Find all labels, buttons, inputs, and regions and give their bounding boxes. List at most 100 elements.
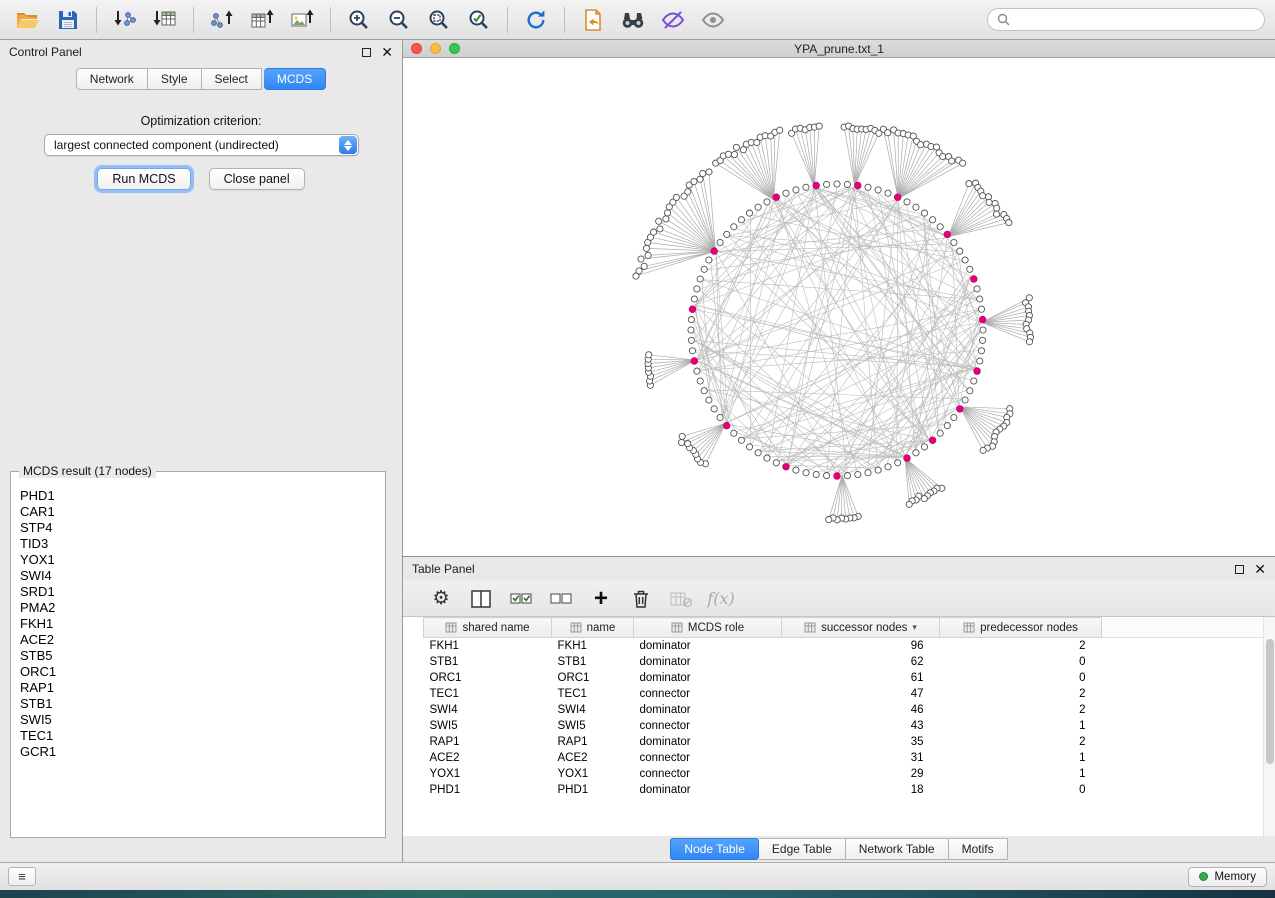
network-graph[interactable] (403, 58, 1274, 556)
table-row[interactable]: ACE2ACE2connector311 (424, 750, 1264, 766)
mcds-result-item[interactable]: GCR1 (20, 744, 376, 760)
maximize-window-button[interactable] (449, 43, 460, 54)
tab-network[interactable]: Network (76, 68, 148, 90)
mcds-result-item[interactable]: ORC1 (20, 664, 376, 680)
hide-details-button[interactable] (655, 4, 691, 36)
zoom-fit-button[interactable] (421, 4, 457, 36)
import-network-button[interactable] (107, 4, 143, 36)
delete-column-button[interactable] (629, 587, 653, 611)
select-all-columns-button[interactable] (509, 587, 533, 611)
cell-mcds-role: connector (634, 718, 782, 734)
clone-network-button[interactable] (575, 4, 611, 36)
cell-mcds-role: dominator (634, 638, 782, 654)
mcds-result-item[interactable]: ACE2 (20, 632, 376, 648)
column-header-mcds-role[interactable]: MCDS role (634, 618, 782, 638)
mcds-result-item[interactable]: SWI5 (20, 712, 376, 728)
table-row[interactable]: FKH1FKH1dominator962 (424, 638, 1264, 654)
mcds-result-item[interactable]: SRD1 (20, 584, 376, 600)
export-table-button[interactable] (244, 4, 280, 36)
zoom-in-button[interactable] (341, 4, 377, 36)
show-details-button[interactable] (695, 4, 731, 36)
mcds-result-item[interactable]: CAR1 (20, 504, 376, 520)
tab-select[interactable]: Select (202, 68, 262, 90)
show-columns-button[interactable] (469, 587, 493, 611)
find-button[interactable] (615, 4, 651, 36)
close-window-button[interactable] (411, 43, 422, 54)
node-table[interactable]: shared name name MCDS role successor nod… (423, 617, 1263, 798)
column-header-successor-nodes[interactable]: successor nodes▾ (782, 618, 940, 638)
table-scrollbar[interactable] (1263, 617, 1275, 836)
network-titlebar[interactable]: YPA_prune.txt_1 (403, 40, 1275, 58)
apply-layout-button[interactable] (518, 4, 554, 36)
create-column-button[interactable]: + (589, 587, 613, 611)
mcds-result-item[interactable]: RAP1 (20, 680, 376, 696)
table-row[interactable]: YOX1YOX1connector291 (424, 766, 1264, 782)
column-header-name[interactable]: name (552, 618, 634, 638)
search-input[interactable] (1016, 13, 1255, 27)
status-bar: ≡ Memory (0, 862, 1275, 890)
mcds-result-item[interactable]: FKH1 (20, 616, 376, 632)
cell-name: FKH1 (552, 638, 634, 654)
desktop-wallpaper-strip (0, 890, 1275, 898)
table-row[interactable]: TEC1TEC1connector472 (424, 686, 1264, 702)
column-attribute-icon (445, 622, 457, 633)
export-image-button[interactable] (284, 4, 320, 36)
table-row[interactable]: ORC1ORC1dominator610 (424, 670, 1264, 686)
function-builder-button[interactable]: f(x) (709, 587, 733, 611)
search-box[interactable] (987, 8, 1265, 31)
tab-node-table[interactable]: Node Table (670, 838, 759, 860)
right-column: YPA_prune.txt_1 Table Panel ✕ ⚙ (403, 40, 1275, 862)
save-session-button[interactable] (50, 4, 86, 36)
delete-table-button[interactable] (669, 587, 693, 611)
eye-slash-icon (661, 9, 685, 31)
tab-mcds[interactable]: MCDS (264, 68, 326, 90)
deselect-all-columns-button[interactable] (549, 587, 573, 611)
tab-style[interactable]: Style (148, 68, 202, 90)
zoom-out-button[interactable] (381, 4, 417, 36)
mcds-result-item[interactable]: TID3 (20, 536, 376, 552)
table-scrollbar-thumb[interactable] (1266, 639, 1274, 764)
tab-network-table[interactable]: Network Table (846, 838, 949, 860)
float-panel-icon[interactable] (362, 48, 371, 57)
table-row[interactable]: STB1STB1dominator620 (424, 654, 1264, 670)
minimize-window-button[interactable] (430, 43, 441, 54)
mcds-result-item[interactable]: PHD1 (20, 488, 376, 504)
mcds-result-item[interactable]: PMA2 (20, 600, 376, 616)
mcds-result-item[interactable]: STP4 (20, 520, 376, 536)
close-table-panel-icon[interactable]: ✕ (1254, 562, 1266, 576)
mcds-result-list[interactable]: PHD1CAR1STP4TID3YOX1SWI4SRD1PMA2FKH1ACE2… (14, 484, 382, 834)
network-window: YPA_prune.txt_1 (403, 40, 1275, 557)
cell-shared-name: ACE2 (424, 750, 552, 766)
run-mcds-button[interactable]: Run MCDS (97, 168, 190, 190)
export-network-button[interactable] (204, 4, 240, 36)
column-header-predecessor-nodes[interactable]: predecessor nodes (940, 618, 1102, 638)
cell-name: ORC1 (552, 670, 634, 686)
cell-filler (1102, 670, 1264, 686)
mcds-result-item[interactable]: SWI4 (20, 568, 376, 584)
cell-mcds-role: connector (634, 686, 782, 702)
criterion-select[interactable]: largest connected component (undirected) (44, 134, 359, 156)
mcds-result-item[interactable]: STB1 (20, 696, 376, 712)
tab-motifs[interactable]: Motifs (949, 838, 1008, 860)
table-row[interactable]: SWI5SWI5connector431 (424, 718, 1264, 734)
float-table-panel-icon[interactable] (1235, 565, 1244, 574)
memory-button[interactable]: Memory (1188, 867, 1267, 887)
cell-mcds-role: dominator (634, 734, 782, 750)
column-header-shared-name[interactable]: shared name (424, 618, 552, 638)
status-menu-button[interactable]: ≡ (8, 867, 36, 886)
mcds-result-item[interactable]: TEC1 (20, 728, 376, 744)
table-row[interactable]: RAP1RAP1dominator352 (424, 734, 1264, 750)
cell-predecessor-nodes: 0 (940, 670, 1102, 686)
table-row[interactable]: SWI4SWI4dominator462 (424, 702, 1264, 718)
import-table-button[interactable] (147, 4, 183, 36)
close-mcds-panel-button[interactable]: Close panel (209, 168, 305, 190)
close-panel-icon[interactable]: ✕ (381, 45, 393, 59)
table-settings-button[interactable]: ⚙ (429, 587, 453, 611)
table-row[interactable]: PHD1PHD1dominator180 (424, 782, 1264, 798)
zoom-selected-button[interactable] (461, 4, 497, 36)
mcds-result-item[interactable]: STB5 (20, 648, 376, 664)
open-session-button[interactable] (10, 4, 46, 36)
mcds-result-item[interactable]: YOX1 (20, 552, 376, 568)
tab-edge-table[interactable]: Edge Table (759, 838, 846, 860)
network-canvas[interactable] (403, 58, 1275, 556)
